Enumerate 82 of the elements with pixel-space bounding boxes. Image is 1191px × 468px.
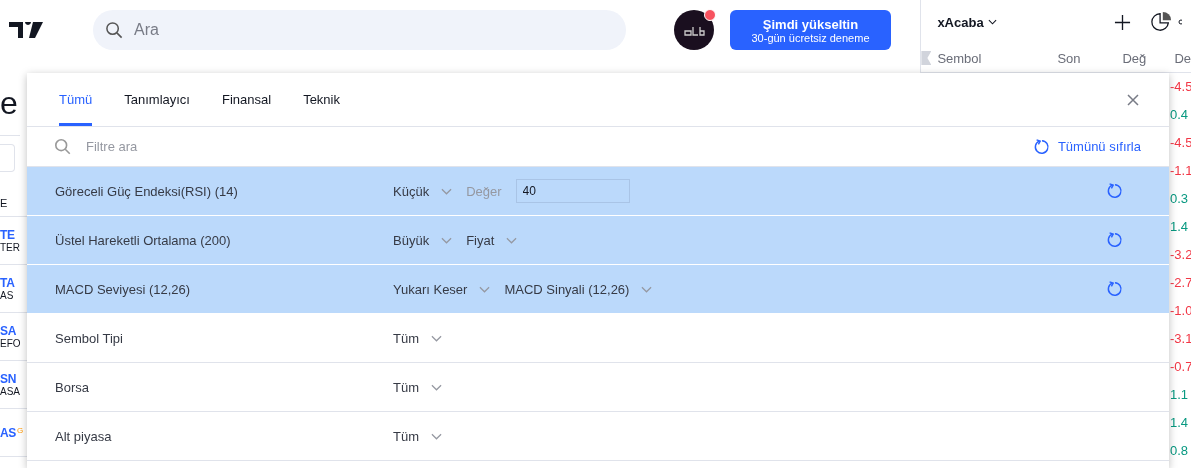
change-value: -4.5	[1170, 134, 1191, 152]
company-name: EFO	[0, 338, 21, 349]
filter-row[interactable]: Alt piyasa Tüm	[27, 412, 1169, 461]
pie-chart-icon[interactable]	[1149, 11, 1172, 33]
chevron-icon	[987, 19, 997, 25]
reset-icon	[1032, 137, 1051, 156]
filter-name: Göreceli Güç Endeksi(RSI) (14)	[55, 183, 239, 199]
tab[interactable]: Finansal	[222, 73, 272, 126]
change-value: 0.3	[1170, 190, 1190, 208]
change-value: 1.4	[1170, 218, 1190, 236]
search-icon	[105, 20, 124, 40]
dropdown[interactable]: Tüm	[393, 379, 442, 395]
page-heading: e	[0, 85, 19, 123]
search-bar[interactable]: Ara	[93, 10, 626, 50]
chevron-icon	[441, 236, 453, 244]
symbol-link[interactable]: AS	[0, 425, 17, 440]
chevron-icon	[431, 334, 442, 342]
filter-row[interactable]: MACD Seviyesi (12,26) Yukarı Keser MACD Sinyali (12,26)	[27, 265, 1169, 314]
change-value: -0.7	[1170, 358, 1191, 376]
change-value: 0.8	[1170, 442, 1190, 460]
company-name: AS	[0, 290, 14, 301]
tab[interactable]: Tümü	[59, 73, 93, 126]
filter-row[interactable]: Göreceli Güç Endeksi(RSI) (14) Küçük Değer 40	[27, 167, 1169, 216]
symbol-link[interactable]: TE	[0, 228, 15, 242]
dropdown[interactable]: MACD Sinyali (12,26)	[504, 281, 653, 297]
more-icon[interactable]	[1177, 19, 1182, 25]
flag-icon	[921, 51, 932, 65]
symbol-link[interactable]: SA	[0, 324, 17, 338]
filter-row[interactable]: Borsa Tüm	[27, 363, 1169, 412]
chevron-icon	[431, 432, 442, 440]
column-header[interactable]: De	[1174, 50, 1191, 66]
search-field[interactable]: Ara	[132, 20, 536, 40]
tab[interactable]: Tanımlayıcı	[124, 73, 190, 126]
filter-name: Borsa	[55, 379, 90, 395]
change-value: -1.0	[1170, 302, 1191, 320]
dropdown[interactable]: Büyük	[393, 232, 453, 248]
change-value: -3.2	[1170, 246, 1191, 264]
dropdown[interactable]: Tüm	[393, 428, 442, 444]
logo-icon[interactable]	[9, 22, 45, 38]
chevron-icon	[641, 285, 653, 293]
filter-name: Sembol Tipi	[55, 330, 124, 346]
search-icon	[54, 137, 72, 156]
change-value: -2.7	[1170, 274, 1191, 292]
close-icon[interactable]	[1127, 94, 1139, 106]
dropdown[interactable]: Yukarı Keser	[393, 281, 491, 297]
chevron-icon	[479, 285, 491, 293]
dropdown[interactable]: Küçük	[393, 183, 453, 199]
dropdown[interactable]: Tüm	[393, 330, 442, 346]
change-value: 1.4	[1170, 414, 1190, 432]
change-value: -4.5	[1170, 78, 1191, 96]
chevron-icon	[431, 383, 442, 391]
chevron-icon	[506, 236, 518, 244]
reset-icon[interactable]	[1106, 280, 1124, 298]
company-name: ASA	[0, 386, 20, 397]
column-header[interactable]: Değ	[1122, 50, 1175, 66]
symbol-tag-label: G	[17, 425, 24, 435]
filter-name: Alt piyasa	[55, 428, 113, 444]
avatar[interactable]	[674, 10, 714, 50]
symbol-link[interactable]: SN	[0, 372, 17, 386]
filter-row[interactable]: Üstel Hareketli Ortalama (200) Büyük Fiyat	[27, 216, 1169, 265]
change-value: 0.4	[1170, 106, 1190, 124]
reset-all-button[interactable]: Tümünü sıfırla	[1032, 137, 1141, 156]
tab[interactable]: Teknik	[303, 73, 340, 126]
value-field[interactable]: 40	[515, 179, 630, 203]
upgrade-button[interactable]: Şimdi yükseltin 30-gün ücretsiz deneme	[730, 10, 891, 50]
watchlist-menu[interactable]: xAcaba	[937, 14, 997, 30]
change-value: 1.1	[1170, 386, 1190, 404]
filter-row[interactable]: Sembol Tipi Tüm	[27, 314, 1169, 363]
filter-name: MACD Seviyesi (12,26)	[55, 281, 192, 297]
plus-icon[interactable]	[1113, 13, 1131, 31]
reset-icon[interactable]	[1106, 231, 1124, 249]
symbol-link[interactable]: TA	[0, 276, 15, 290]
company-name: TER	[0, 242, 20, 253]
reset-icon[interactable]	[1106, 182, 1124, 200]
change-value: -1.1	[1170, 162, 1191, 180]
value-label: Değer	[466, 183, 502, 199]
column-header[interactable]: Son	[1057, 50, 1123, 66]
change-value: -3.1	[1170, 330, 1191, 348]
dropdown[interactable]: Fiyat	[466, 232, 518, 248]
filter-name: Üstel Hareketli Ortalama (200)	[55, 232, 232, 248]
chevron-icon	[441, 187, 453, 195]
column-header[interactable]: Sembol	[937, 50, 1058, 66]
